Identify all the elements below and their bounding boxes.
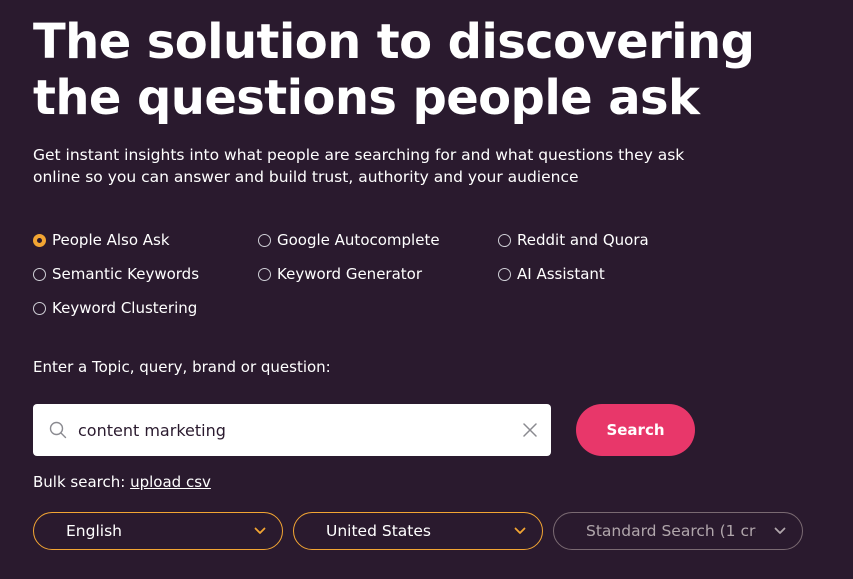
- country-select[interactable]: United States: [293, 512, 543, 550]
- country-select-value: United States: [326, 522, 431, 540]
- chevron-down-icon: [774, 527, 786, 534]
- option-keyword-clustering[interactable]: Keyword Clustering: [33, 297, 197, 319]
- option-label: AI Assistant: [517, 265, 605, 283]
- option-label: Reddit and Quora: [517, 231, 649, 249]
- bulk-search-label: Bulk search:: [33, 473, 126, 491]
- search-box: [33, 404, 551, 456]
- option-google-autocomplete[interactable]: Google Autocomplete: [258, 229, 440, 251]
- hero-title-line-1: The solution to discovering: [33, 14, 755, 70]
- language-select-value: English: [66, 522, 122, 540]
- hero-title: The solution to discovering the question…: [33, 14, 833, 126]
- search-type-select-value: Standard Search (1 cre: [586, 522, 756, 540]
- hero-subtitle: Get instant insights into what people ar…: [33, 146, 685, 186]
- option-label: Google Autocomplete: [277, 231, 440, 249]
- search-input[interactable]: [78, 404, 498, 456]
- language-select[interactable]: English: [33, 512, 283, 550]
- radio-keyword-generator[interactable]: [258, 267, 271, 281]
- radio-reddit-and-quora[interactable]: [498, 233, 511, 247]
- bulk-search: Bulk search: upload csv: [33, 473, 211, 491]
- option-label: Semantic Keywords: [52, 265, 200, 283]
- radio-keyword-clustering[interactable]: [33, 301, 46, 315]
- page: The solution to discovering the question…: [0, 0, 853, 579]
- option-people-also-ask[interactable]: People Also Ask: [33, 229, 170, 251]
- option-reddit-and-quora[interactable]: Reddit and Quora: [498, 229, 649, 251]
- chevron-down-icon: [514, 527, 526, 534]
- search-type-select[interactable]: Standard Search (1 cre: [553, 512, 803, 550]
- search-button[interactable]: Search: [576, 404, 695, 456]
- search-icon: [49, 421, 67, 439]
- radio-google-autocomplete[interactable]: [258, 233, 271, 247]
- option-ai-assistant[interactable]: AI Assistant: [498, 263, 605, 285]
- radio-people-also-ask[interactable]: [33, 233, 46, 247]
- radio-semantic-keywords[interactable]: [33, 267, 46, 281]
- radio-ai-assistant[interactable]: [498, 267, 511, 281]
- option-label: People Also Ask: [52, 231, 170, 249]
- option-label: Keyword Clustering: [52, 299, 198, 317]
- option-label: Keyword Generator: [277, 265, 423, 283]
- option-semantic-keywords[interactable]: Semantic Keywords: [33, 263, 199, 285]
- hero-title-line-2: the questions people ask: [33, 70, 700, 126]
- option-keyword-generator[interactable]: Keyword Generator: [258, 263, 422, 285]
- chevron-down-icon: [254, 527, 266, 534]
- upload-csv-link[interactable]: upload csv: [130, 473, 211, 491]
- search-prompt-label: Enter a Topic, query, brand or question:: [33, 358, 331, 376]
- close-icon[interactable]: [523, 423, 537, 437]
